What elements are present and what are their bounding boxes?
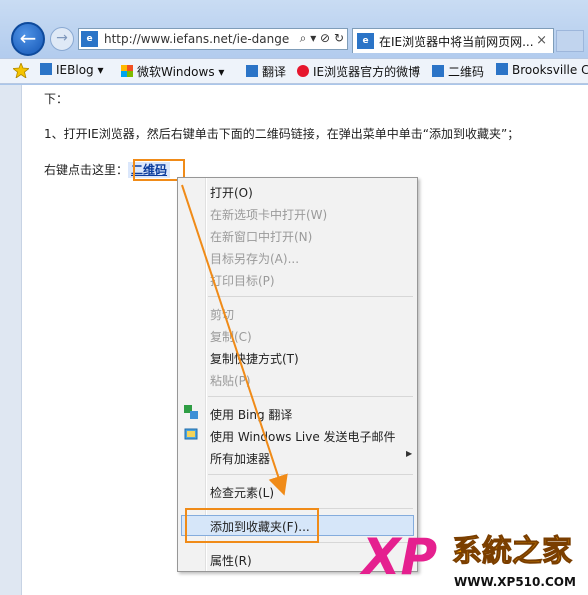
watermark-xp: XP — [362, 528, 438, 586]
watermark-url: WWW.XP510.COM — [454, 575, 576, 589]
watermark-logo: XP 系統之家 WWW.XP510.COM — [360, 530, 588, 595]
watermark-brand: 系統之家 — [452, 534, 573, 569]
annotation-arrow — [181, 184, 288, 496]
